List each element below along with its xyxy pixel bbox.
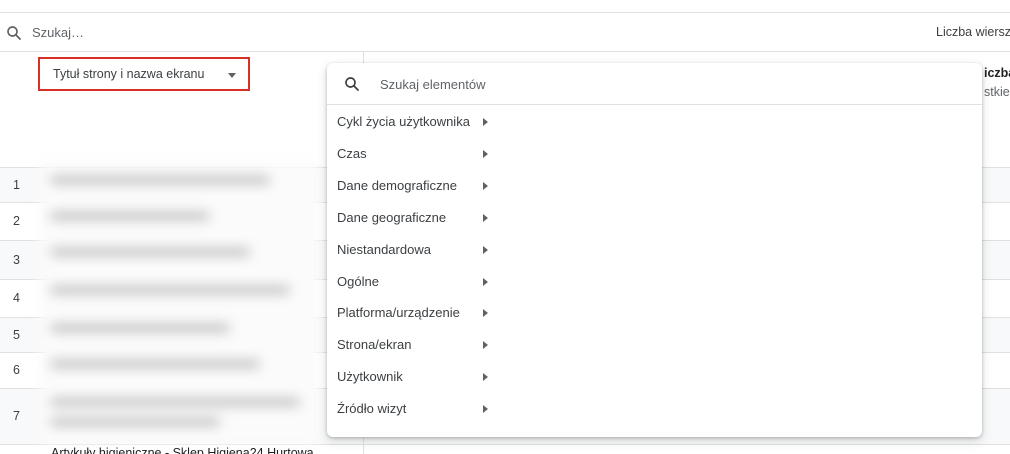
dropdown-search-bar [327, 63, 982, 105]
dropdown-item[interactable]: Niestandardowa [327, 236, 502, 264]
report-view: Liczba wiersz Tytuł strony i nazwa ekran… [0, 0, 1010, 454]
row-number: 1 [13, 178, 20, 192]
chevron-right-icon [483, 405, 488, 414]
dropdown-item-label: Niestandardowa [337, 241, 431, 257]
table-row-label[interactable]: Artykuły higieniczne - Sklep Higiena24 H… [51, 446, 314, 454]
dropdown-item-label: Użytkownik [337, 369, 403, 385]
chevron-right-icon [483, 181, 488, 190]
dimension-dropdown-menu: Cykl życia użytkownika Czas Dane demografi… [327, 63, 982, 437]
dropdown-item[interactable]: Platforma/urządzenie [327, 299, 502, 327]
chevron-right-icon [483, 277, 488, 286]
row-number: 3 [13, 253, 20, 267]
table-search-bar: Liczba wiersz [0, 12, 1010, 52]
row-number: 7 [13, 409, 20, 423]
search-icon [345, 77, 359, 91]
row-number: 4 [13, 291, 20, 305]
row-number: 6 [13, 363, 20, 377]
chevron-right-icon [483, 373, 488, 382]
dropdown-item[interactable]: Użytkownik [327, 363, 502, 391]
dropdown-item-label: Dane demograficzne [337, 177, 457, 193]
rows-per-page-label: Liczba wiersz [936, 25, 1010, 39]
row-number: 2 [13, 214, 20, 228]
search-icon [7, 26, 21, 40]
chevron-right-icon [483, 149, 488, 158]
table-search-input[interactable] [32, 22, 432, 42]
metric-column-subheader: stkie [984, 85, 1010, 99]
dropdown-item-label: Cykl życia użytkownika [337, 114, 470, 129]
dropdown-item[interactable]: Strona/ekran [327, 331, 502, 359]
dropdown-item-label: Platforma/urządzenie [337, 305, 460, 321]
dropdown-item[interactable]: Dane demograficzne [327, 172, 502, 200]
dropdown-item[interactable]: Źródło wizyt [327, 395, 502, 423]
chevron-right-icon [483, 213, 488, 222]
dropdown-item-label: Strona/ekran [337, 337, 412, 353]
dimension-selector-label: Tytuł strony i nazwa ekranu [53, 67, 205, 81]
dropdown-item[interactable]: Dane geograficzne [327, 204, 502, 232]
chevron-right-icon [483, 118, 488, 126]
chevron-right-icon [483, 245, 488, 254]
caret-down-icon [228, 73, 236, 78]
chevron-right-icon [483, 341, 488, 350]
dropdown-item[interactable]: Czas [327, 140, 502, 168]
dropdown-item[interactable]: Ogólne [327, 268, 502, 296]
dropdown-item-label: Czas [337, 145, 367, 161]
dropdown-item-label: Źródło wizyt [337, 401, 407, 417]
dropdown-item-label: Dane geograficzne [337, 209, 447, 225]
dimension-selector-button[interactable]: Tytuł strony i nazwa ekranu [38, 57, 250, 91]
blurred-row-labels [40, 162, 320, 444]
dropdown-item-label: Ogólne [337, 273, 379, 289]
dropdown-search-input[interactable] [380, 74, 780, 94]
chevron-right-icon [483, 309, 488, 318]
metric-column-header[interactable]: iczba [984, 66, 1010, 80]
row-number: 5 [13, 328, 20, 342]
dropdown-item[interactable]: Cykl życia użytkownika [327, 108, 502, 136]
